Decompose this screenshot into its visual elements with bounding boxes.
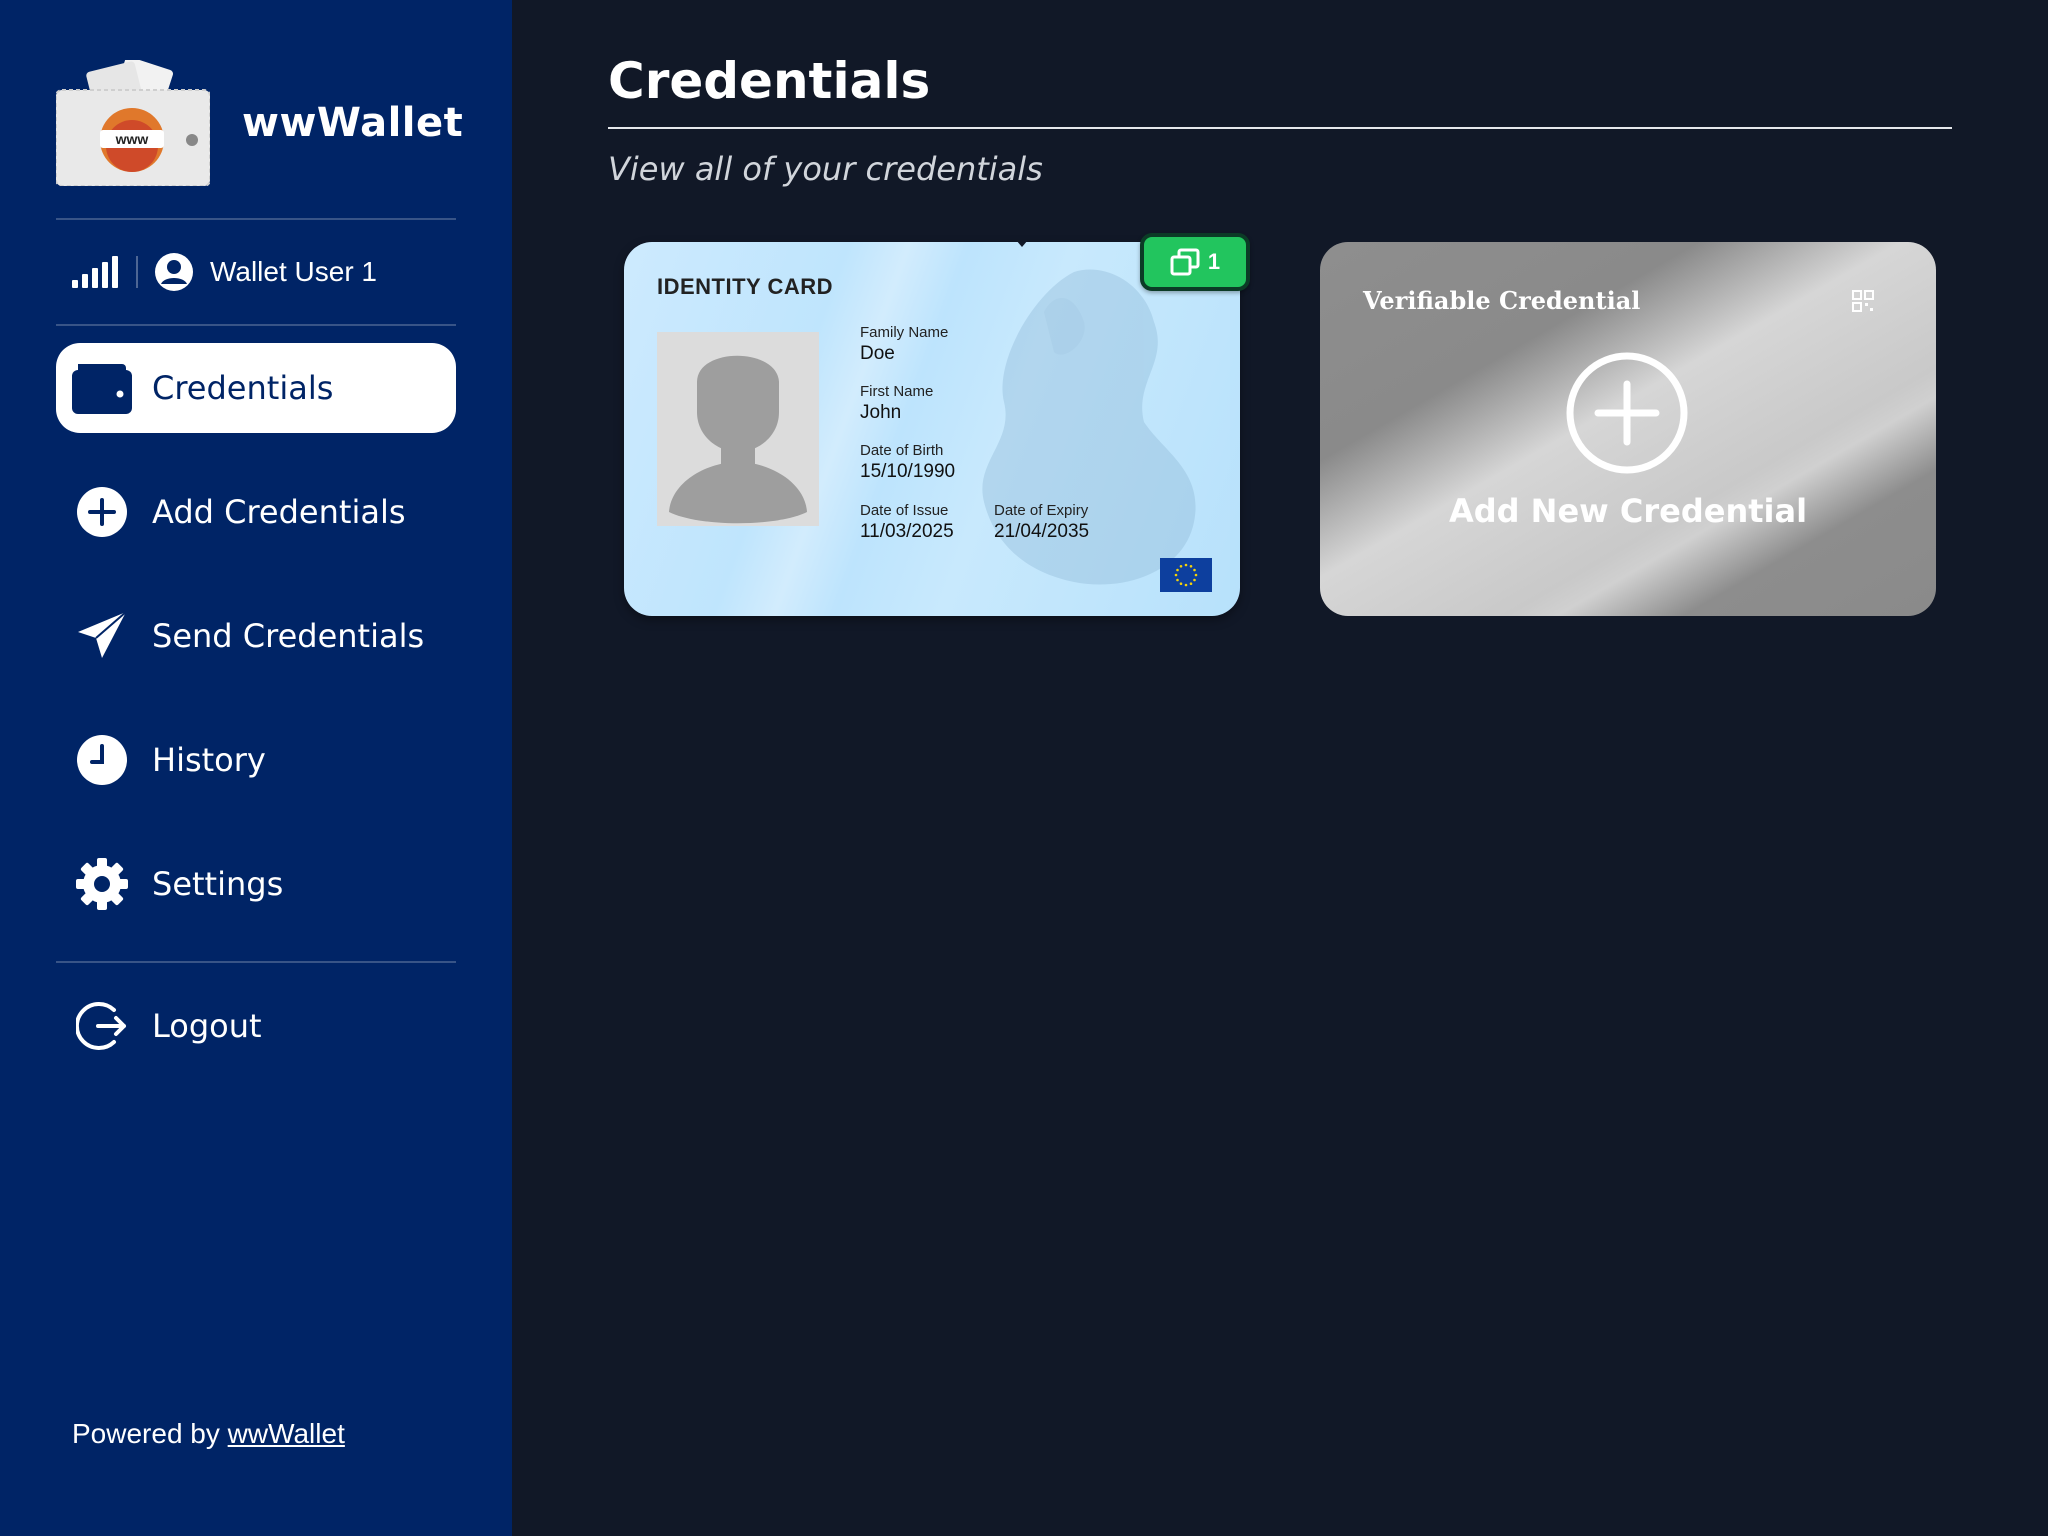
brand-name: wwWallet xyxy=(242,100,464,146)
powered-by-link[interactable]: wwWallet xyxy=(228,1418,345,1449)
username[interactable]: Wallet User 1 xyxy=(210,256,377,288)
gear-icon xyxy=(76,858,128,910)
family-name-label: Family Name xyxy=(860,324,949,341)
first-name-value: John xyxy=(860,402,902,423)
expiry-date-value: 21/04/2035 xyxy=(994,521,1090,542)
tooltip-pointer xyxy=(1016,240,1028,247)
sidebar-divider xyxy=(56,961,456,963)
portrait-placeholder-icon xyxy=(657,332,819,526)
instances-count: 1 xyxy=(1207,249,1221,274)
add-new-credential-card[interactable]: Verifiable Credential Add New Credential xyxy=(1320,242,1936,616)
nav-item-credentials[interactable]: Credentials xyxy=(56,343,456,433)
add-circle-icon xyxy=(1566,352,1688,474)
nav-item-label: Add Credentials xyxy=(152,493,406,531)
svg-text:www: www xyxy=(115,131,149,147)
nav-item-send-credentials[interactable]: Send Credentials xyxy=(56,591,456,681)
copies-icon xyxy=(1170,248,1200,276)
page-subtitle: View all of your credentials xyxy=(608,150,1043,188)
nav-item-add-credentials[interactable]: Add Credentials xyxy=(56,467,456,557)
logout-icon xyxy=(76,1000,128,1052)
signal-icon xyxy=(72,256,118,288)
dob-label: Date of Birth xyxy=(860,442,944,459)
wallet-logo-icon: www xyxy=(55,56,211,187)
nav-item-label: Logout xyxy=(152,1007,262,1045)
qr-code-icon xyxy=(1852,290,1874,312)
powered-by-prefix: Powered by xyxy=(72,1418,220,1449)
sidebar-divider xyxy=(56,324,456,326)
user-avatar-icon[interactable] xyxy=(154,252,194,292)
nav-item-label: History xyxy=(152,741,266,779)
nav-item-label: Settings xyxy=(152,865,284,903)
dob-field: Date of Birth 15/10/1990 xyxy=(860,442,955,483)
add-new-credential-label: Add New Credential xyxy=(1448,492,1808,530)
issue-date-field: Date of Issue 11/03/2025 xyxy=(860,502,954,543)
sidebar-divider xyxy=(56,218,456,220)
nav-item-label: Send Credentials xyxy=(152,617,425,655)
eu-flag-icon xyxy=(1160,558,1212,592)
issue-date-label: Date of Issue xyxy=(860,502,949,519)
instances-badge[interactable]: 1 xyxy=(1140,233,1250,291)
page-title: Credentials xyxy=(608,52,931,110)
issue-date-value: 11/03/2025 xyxy=(860,521,954,542)
user-bar: Wallet User 1 xyxy=(72,250,377,294)
first-name-label: First Name xyxy=(860,383,934,400)
nav-item-settings[interactable]: Settings xyxy=(56,839,456,929)
plus-circle-icon xyxy=(76,486,128,538)
powered-by: Powered by wwWallet xyxy=(72,1418,345,1450)
nav-item-history[interactable]: History xyxy=(56,715,456,805)
wallet-icon xyxy=(72,362,132,414)
title-divider xyxy=(608,127,1952,129)
expiry-date-field: Date of Expiry 21/04/2035 xyxy=(994,502,1089,543)
nav-item-label: Credentials xyxy=(152,369,334,407)
id-card-title: IDENTITY CARD xyxy=(657,274,833,299)
family-name-value: Doe xyxy=(860,343,895,364)
send-icon xyxy=(76,610,128,662)
brand[interactable]: www wwWallet xyxy=(55,56,464,187)
add-card-title: Verifiable Credential xyxy=(1363,286,1641,315)
sidebar: www wwWallet Wallet User 1 Credentials A… xyxy=(0,0,512,1536)
identity-card[interactable]: IDENTITY CARD Family Name Doe First Name… xyxy=(624,242,1240,616)
logout-button[interactable]: Logout xyxy=(56,981,456,1071)
expiry-date-label: Date of Expiry xyxy=(994,502,1089,519)
clock-icon xyxy=(76,734,128,786)
user-bar-separator xyxy=(136,256,138,288)
first-name-field: First Name John xyxy=(860,383,933,424)
family-name-field: Family Name Doe xyxy=(860,324,948,365)
dob-value: 15/10/1990 xyxy=(860,461,956,482)
